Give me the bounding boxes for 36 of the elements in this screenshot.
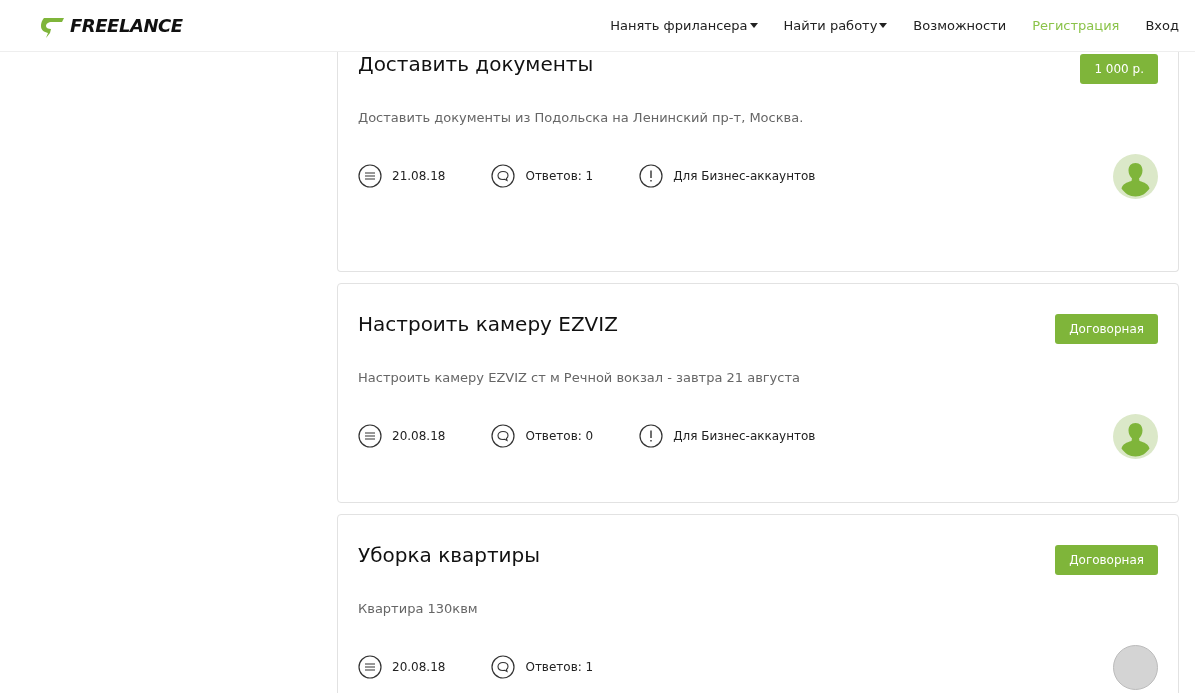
logo-text[interactable]: FREELANCE bbox=[70, 12, 183, 39]
user-avatar-icon[interactable] bbox=[1113, 413, 1158, 459]
task-date: 20.08.18 bbox=[392, 428, 446, 445]
comment-icon bbox=[491, 655, 516, 679]
task-title[interactable]: Уборка квартиры bbox=[358, 543, 541, 567]
price-badge: Договорная bbox=[1055, 314, 1158, 344]
nav-link[interactable]: Вход bbox=[1145, 15, 1179, 36]
business-label: Для Бизнес-аккаунтов bbox=[673, 168, 816, 185]
user-avatar-icon[interactable] bbox=[1113, 153, 1158, 199]
list-icon bbox=[358, 655, 382, 679]
avatar-photo-placeholder[interactable] bbox=[1113, 644, 1158, 690]
exclamation-icon bbox=[639, 424, 664, 448]
task-card[interactable]: Уборка квартиры Договорная Квартира 130квм 20.08.18 Ответов: 1 bbox=[337, 514, 1179, 693]
business-label: Для Бизнес-аккаунтов bbox=[673, 428, 816, 445]
exclamation-icon bbox=[639, 164, 664, 188]
price-badge: Договорная bbox=[1055, 545, 1158, 575]
answer-count: Ответов: 0 bbox=[525, 428, 594, 445]
task-date: 20.08.18 bbox=[392, 659, 446, 676]
list-icon bbox=[358, 164, 382, 188]
nav-link[interactable]: Нанять фрилансера bbox=[610, 15, 758, 36]
nav-link[interactable]: Возможности bbox=[913, 15, 1007, 36]
task-description: Доставить документы из Подольска на Ленинский пр-т, Москва. bbox=[358, 109, 805, 127]
price-badge: 1 000 р. bbox=[1080, 54, 1158, 84]
task-card[interactable]: Доставить документы 1 000 р. Доставить документы из Подольска на Ленинский пр-т, Москва. 21.08.18 Ответов: 1 Для Бизнес-аккаунтов bbox=[337, 52, 1179, 272]
answer-count: Ответов: 1 bbox=[525, 659, 594, 676]
nav-link[interactable]: Найти работу bbox=[783, 15, 888, 36]
task-card[interactable]: Настроить камеру EZVIZ Договорная Настроить камеру EZVIZ ст м Речной вокзал - завтра 21 августа 20.08.18 Ответов: 0 Для Бизнес-аккаунтов bbox=[337, 283, 1179, 503]
task-description: Настроить камеру EZVIZ ст м Речной вокзал - завтра 21 августа bbox=[358, 369, 801, 387]
task-description: Квартира 130квм bbox=[358, 600, 479, 618]
answer-count: Ответов: 1 bbox=[525, 168, 594, 185]
comment-icon bbox=[491, 424, 516, 448]
task-title[interactable]: Доставить документы bbox=[358, 52, 594, 76]
task-title[interactable]: Настроить камеру EZVIZ bbox=[358, 312, 618, 336]
comment-icon bbox=[491, 164, 516, 188]
task-date: 21.08.18 bbox=[392, 168, 446, 185]
list-icon bbox=[358, 424, 382, 448]
